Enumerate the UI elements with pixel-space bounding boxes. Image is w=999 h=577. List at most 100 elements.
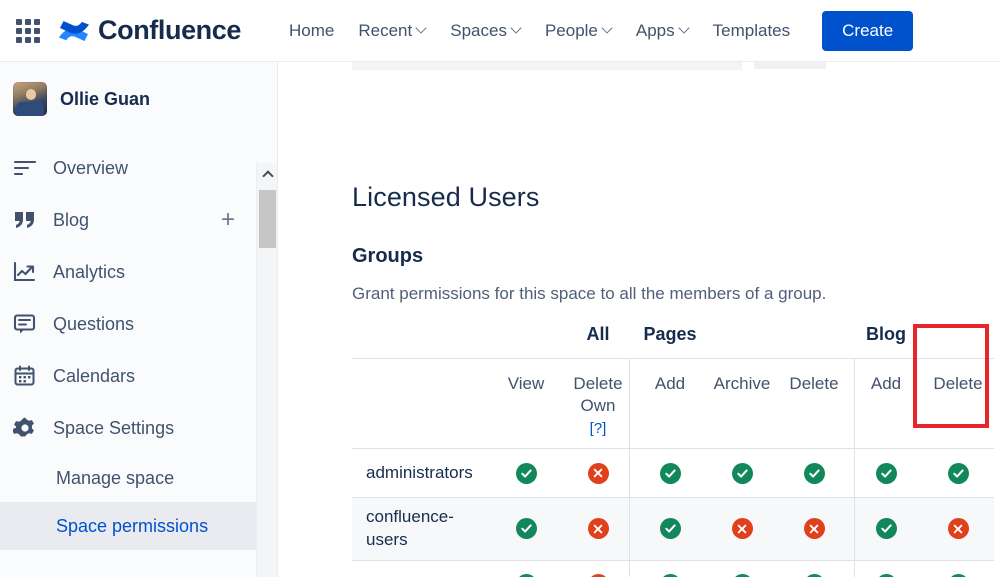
permission-cell-delete-own[interactable]: [562, 449, 634, 497]
permission-cell-delete-own[interactable]: [562, 498, 634, 560]
scrollbar-thumb[interactable]: [259, 190, 276, 248]
sidebar-item-overview[interactable]: Overview: [0, 142, 277, 194]
permission-denied-icon: [732, 518, 753, 539]
sidebar-item-label: Blog: [53, 210, 89, 231]
help-question-link[interactable]: [?]: [562, 419, 634, 439]
permission-cell-delete-own[interactable]: [562, 561, 634, 577]
nav-label-apps: Apps: [636, 21, 675, 41]
permission-cell-add[interactable]: [634, 561, 706, 577]
confluence-logo-icon: [57, 16, 91, 46]
permission-denied-icon: [804, 518, 825, 539]
permission-granted-icon: [660, 463, 681, 484]
permission-cell-add[interactable]: [634, 498, 706, 560]
table-group-header-row: All Pages Blog: [352, 324, 994, 358]
sidebar-item-label: Calendars: [53, 366, 135, 387]
permission-granted-icon: [660, 518, 681, 539]
group-name-cell: site-admins: [352, 565, 490, 577]
column-header-pages-archive: Archive: [706, 373, 778, 448]
permission-cell-archive[interactable]: [706, 561, 778, 577]
chevron-down-icon: [512, 24, 521, 33]
group-search-input[interactable]: [352, 62, 742, 70]
permission-granted-icon: [876, 463, 897, 484]
permission-cell-view[interactable]: [490, 449, 562, 497]
group-header-pages-label: Pages: [643, 324, 696, 344]
permission-cell-add[interactable]: [850, 498, 922, 560]
column-header-all-view: View: [490, 373, 562, 448]
sidebar-item-blog[interactable]: Blog +: [0, 194, 277, 246]
gear-icon: [13, 416, 43, 440]
permission-cell-add[interactable]: [850, 561, 922, 577]
page-title: Licensed Users: [352, 182, 540, 213]
column-label: Delete: [789, 374, 838, 393]
nav-item-recent[interactable]: Recent: [348, 14, 436, 48]
grid-apps-icon[interactable]: [13, 16, 43, 46]
permission-cell-delete[interactable]: [922, 449, 994, 497]
column-header-blog-delete: Delete: [922, 373, 994, 448]
partially-visible-controls: [352, 62, 826, 70]
sidebar-item-label: Overview: [53, 158, 128, 179]
sidebar-item-questions[interactable]: Questions: [0, 298, 277, 350]
nav-item-templates[interactable]: Templates: [703, 14, 800, 48]
permission-cell-archive[interactable]: [706, 498, 778, 560]
nav-item-apps[interactable]: Apps: [626, 14, 699, 48]
group-header-all-label: All: [586, 324, 609, 344]
sidebar-subitem-label: Space permissions: [56, 516, 208, 537]
sidebar-user[interactable]: Ollie Guan: [0, 62, 277, 116]
permission-denied-icon: [588, 518, 609, 539]
sidebar-item-analytics[interactable]: Analytics: [0, 246, 277, 298]
permission-cell-delete[interactable]: [778, 498, 850, 560]
nav-item-spaces[interactable]: Spaces: [440, 14, 531, 48]
nav-item-home[interactable]: Home: [279, 14, 344, 48]
create-button[interactable]: Create: [822, 11, 913, 51]
group-divider-pages-blog: [854, 358, 855, 577]
nav-label-people: People: [545, 21, 598, 41]
avatar: [13, 82, 47, 116]
confluence-home-link[interactable]: Confluence: [57, 15, 241, 46]
sidebar-item-label: Space Settings: [53, 418, 174, 439]
column-label: View: [508, 374, 545, 393]
column-label: Delete: [933, 374, 982, 393]
add-blog-post-icon[interactable]: +: [221, 208, 235, 232]
main-content: Licensed Users Groups Grant permissions …: [279, 62, 999, 577]
sidebar-subitem-label: Manage space: [56, 468, 174, 489]
sidebar-scrollbar[interactable]: [256, 163, 277, 577]
sidebar-item-space-settings[interactable]: Space Settings: [0, 402, 277, 454]
table-body: administratorsconfluence-userssite-admin…: [352, 448, 994, 577]
column-label: Add: [655, 374, 685, 393]
nav-item-people[interactable]: People: [535, 14, 622, 48]
permission-cell-view[interactable]: [490, 498, 562, 560]
permission-cell-add[interactable]: [634, 449, 706, 497]
chevron-up-icon[interactable]: [257, 163, 278, 184]
group-header-all: All: [562, 324, 634, 345]
global-navigation-bar: Confluence Home Recent Spaces People App…: [0, 0, 999, 62]
column-label: Delete Own: [573, 374, 622, 415]
group-header-blog-label: Blog: [866, 324, 906, 344]
permission-cell-add[interactable]: [850, 449, 922, 497]
column-header-pages-add: Add: [634, 373, 706, 448]
permission-granted-icon: [948, 463, 969, 484]
group-permissions-table: All Pages Blog View Delete Own: [352, 324, 994, 577]
space-sidebar: Ollie Guan Overview Blog: [0, 62, 278, 577]
table-column-header-row: View Delete Own [?] Add Archive Delete A…: [352, 358, 994, 448]
permission-cell-archive[interactable]: [706, 449, 778, 497]
permission-cell-view[interactable]: [490, 561, 562, 577]
group-header-blog: Blog: [850, 324, 922, 345]
overview-lines-icon: [13, 159, 43, 177]
permission-granted-icon: [804, 463, 825, 484]
permission-cell-delete[interactable]: [922, 561, 994, 577]
permission-cell-delete[interactable]: [778, 561, 850, 577]
sidebar-item-space-permissions[interactable]: Space permissions: [0, 502, 277, 550]
permission-cell-delete[interactable]: [922, 498, 994, 560]
sidebar-item-calendars[interactable]: Calendars: [0, 350, 277, 402]
column-header-all-delete-own: Delete Own [?]: [562, 373, 634, 448]
group-add-button[interactable]: [754, 62, 826, 69]
brand-name: Confluence: [98, 15, 241, 46]
column-label: Archive: [714, 374, 771, 393]
nav-label-home: Home: [289, 21, 334, 41]
chevron-down-icon: [417, 24, 426, 33]
sidebar-item-manage-space[interactable]: Manage space: [0, 454, 277, 502]
group-name-cell: confluence-users: [352, 498, 490, 560]
permission-cell-delete[interactable]: [778, 449, 850, 497]
chevron-down-icon: [603, 24, 612, 33]
permission-granted-icon: [516, 463, 537, 484]
